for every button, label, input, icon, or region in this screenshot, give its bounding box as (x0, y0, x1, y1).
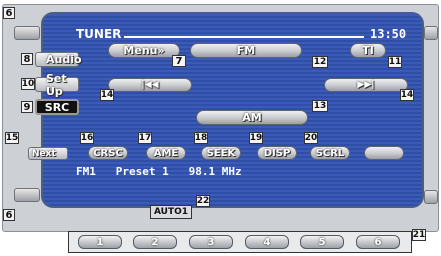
callout-14-left: 14 (100, 89, 114, 101)
callout-20: 20 (304, 132, 318, 144)
callout-12: 12 (312, 56, 328, 68)
crsc-button[interactable]: CRSC (88, 146, 128, 160)
preset-button-3[interactable]: 3 (189, 235, 233, 249)
preset-button-4[interactable]: 4 (245, 235, 289, 249)
scrl-button[interactable]: SCRL (310, 146, 350, 160)
preset-button-6[interactable]: 6 (356, 235, 400, 249)
callout-6-bottom: 6 (3, 209, 15, 221)
setup-button[interactable]: Set Up (35, 72, 79, 98)
preset-button-5[interactable]: 5 (300, 235, 344, 249)
am-button[interactable]: AM (196, 110, 308, 125)
next-station-button[interactable]: ▶▶| (324, 78, 408, 92)
callout-17: 17 (138, 132, 152, 144)
tuner-info-line: FM1 Preset 1 98.1 MHz (76, 165, 242, 178)
scroll-down-button-right[interactable] (424, 190, 438, 204)
blank-function-button[interactable] (364, 146, 404, 160)
title-rule (124, 36, 364, 38)
preset-button-1[interactable]: 1 (78, 235, 122, 249)
menu-button[interactable]: Menu» (108, 43, 180, 58)
seek-button[interactable]: SEEK (201, 146, 241, 160)
ame-button[interactable]: AME (146, 146, 186, 160)
callout-6-top: 6 (3, 7, 15, 19)
callout-16: 16 (80, 132, 94, 144)
scroll-up-button-left[interactable] (14, 26, 40, 40)
preset-button-2[interactable]: 2 (133, 235, 177, 249)
clock: 13:50 (370, 27, 407, 41)
src-button[interactable]: SRC (35, 99, 79, 115)
callout-7: 7 (172, 55, 186, 67)
callout-8: 8 (21, 53, 33, 65)
next-tab-button[interactable]: Next (28, 147, 68, 160)
scroll-down-button-left[interactable] (14, 188, 40, 202)
callout-19: 19 (249, 132, 263, 144)
callout-13: 13 (312, 100, 328, 112)
callout-22: 22 (196, 195, 210, 207)
callout-9: 9 (21, 101, 33, 113)
ti-button[interactable]: TI (350, 43, 386, 58)
disp-button[interactable]: DISP (257, 146, 297, 160)
callout-10: 10 (21, 78, 35, 90)
prev-station-button[interactable]: |◀◀ (108, 78, 192, 92)
scroll-up-button-right[interactable] (424, 26, 438, 40)
auto-indicator[interactable]: AUTO1 (150, 205, 192, 219)
callout-18: 18 (194, 132, 208, 144)
fm-button[interactable]: FM (190, 43, 302, 58)
audio-button[interactable]: Audio (35, 52, 82, 67)
callout-11: 11 (388, 56, 402, 68)
screen-title: TUNER (76, 27, 122, 41)
callout-14-right: 14 (400, 89, 414, 101)
callout-15: 15 (5, 132, 19, 144)
callout-21: 21 (412, 229, 426, 241)
